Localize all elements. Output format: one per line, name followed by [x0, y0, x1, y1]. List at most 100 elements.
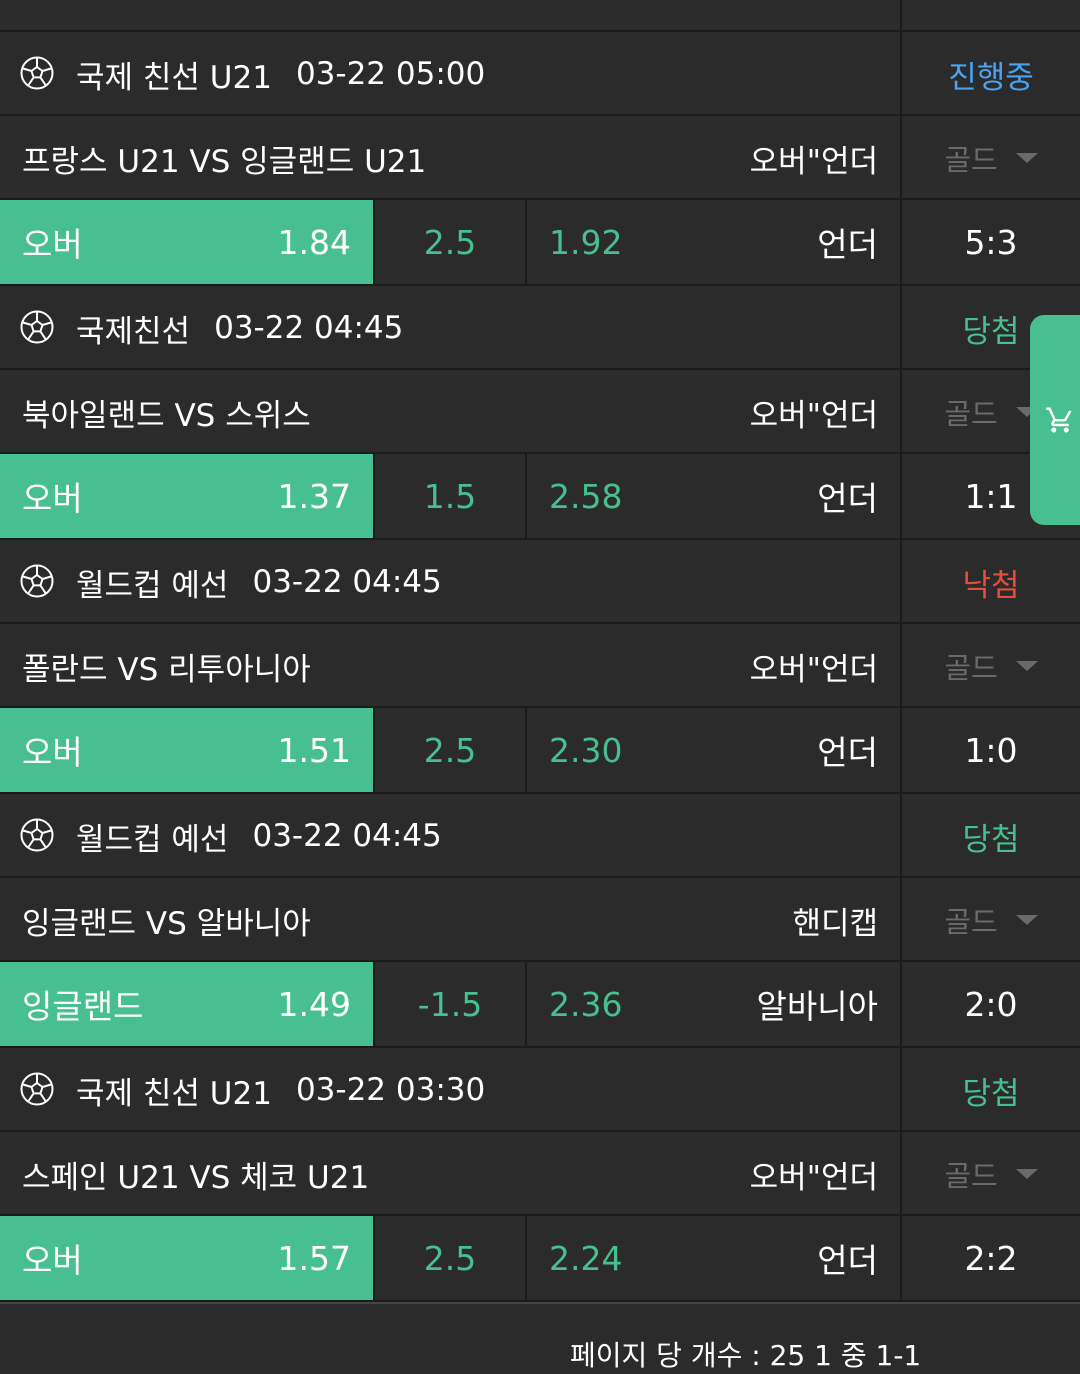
match-row: 폴란드 VS 리투아니아 오버"언더 골드: [0, 624, 1080, 708]
final-score: 1:0: [900, 708, 1080, 792]
grade-dropdown[interactable]: 골드: [900, 624, 1080, 708]
under-selection[interactable]: 1.92 언더: [525, 200, 900, 284]
final-score: 2:0: [900, 962, 1080, 1046]
odds-row: 잉글랜드 1.49 -1.5 2.36 알바니아 2:0: [0, 962, 1080, 1048]
soccer-ball-icon: [20, 564, 54, 598]
match-row: 프랑스 U21 VS 잉글랜드 U21 오버"언더 골드: [0, 116, 1080, 200]
final-score: 2:2: [900, 1216, 1080, 1300]
match-teams: 북아일랜드 VS 스위스: [22, 397, 311, 434]
over-selection[interactable]: 오버 1.84: [0, 200, 373, 284]
bet-type: 핸디캡: [792, 905, 878, 942]
over-odds: 1.84: [277, 222, 351, 262]
league-name: 월드컵 예선: [76, 567, 229, 604]
match-row: 스페인 U21 VS 체코 U21 오버"언더 골드: [0, 1132, 1080, 1216]
odds-row: 오버 1.57 2.5 2.24 언더 2:2: [0, 1216, 1080, 1302]
league-row: 국제 친선 U21 03-22 05:00 진행중: [0, 32, 1080, 116]
match-teams: 폴란드 VS 리투아니아: [22, 651, 311, 688]
over-label: 오버: [22, 225, 83, 264]
over-odds: 1.51: [277, 730, 351, 770]
grade-label: 골드: [944, 651, 998, 685]
chevron-down-icon: [1015, 153, 1038, 163]
grade-label: 골드: [944, 905, 998, 939]
match-time: 03-22 05:00: [295, 56, 486, 92]
under-odds: 2.36: [549, 984, 623, 1024]
bet-status: 당첨: [962, 1075, 1020, 1112]
handicap-line: -1.5: [373, 962, 525, 1046]
over-odds: 1.37: [277, 476, 351, 516]
bet-status: 당첨: [962, 821, 1020, 858]
under-selection[interactable]: 2.24 언더: [525, 1216, 900, 1300]
over-odds: 1.49: [277, 984, 351, 1024]
handicap-line: 2.5: [373, 708, 525, 792]
odds-row: 오버 1.84 2.5 1.92 언더 5:3: [0, 200, 1080, 286]
bet-type: 오버"언더: [749, 143, 878, 180]
over-label: 잉글랜드: [22, 987, 144, 1026]
match-row: 북아일랜드 VS 스위스 오버"언더 골드: [0, 370, 1080, 454]
soccer-ball-icon: [20, 56, 54, 90]
grade-dropdown[interactable]: 골드: [900, 1132, 1080, 1216]
match-time: 03-22 04:45: [252, 818, 442, 854]
under-selection[interactable]: 2.58 언더: [525, 454, 900, 538]
under-label: 언더: [817, 225, 878, 264]
over-label: 오버: [22, 479, 83, 518]
under-selection[interactable]: 2.30 언더: [525, 708, 900, 792]
match-teams: 프랑스 U21 VS 잉글랜드 U21: [22, 143, 427, 180]
league-name: 월드컵 예선: [76, 821, 229, 858]
bet-type: 오버"언더: [749, 397, 878, 434]
final-score: 5:3: [900, 200, 1080, 284]
match-teams: 잉글랜드 VS 알바니아: [22, 905, 311, 942]
league-name: 국제 친선 U21: [76, 1075, 272, 1112]
match-time: 03-22 04:45: [252, 564, 442, 600]
under-selection[interactable]: 2.36 알바니아: [525, 962, 900, 1046]
over-selection[interactable]: 오버 1.51: [0, 708, 373, 792]
bet-status: 진행중: [948, 59, 1034, 96]
odds-row: 오버 1.51 2.5 2.30 언더 1:0: [0, 708, 1080, 794]
grade-dropdown[interactable]: 골드: [900, 878, 1080, 962]
under-odds: 2.30: [549, 730, 623, 770]
under-odds: 2.58: [549, 476, 623, 516]
match-teams: 스페인 U21 VS 체코 U21: [22, 1159, 370, 1196]
odds-row: 오버 1.37 1.5 2.58 언더 1:1: [0, 454, 1080, 540]
handicap-line: 2.5: [373, 200, 525, 284]
under-odds: 1.92: [549, 222, 623, 262]
shopping-cart-icon: [1046, 407, 1072, 433]
over-label: 오버: [22, 733, 83, 772]
bet-type: 오버"언더: [749, 651, 878, 688]
under-label: 언더: [817, 479, 878, 518]
cart-button[interactable]: [1030, 315, 1080, 525]
over-odds: 1.57: [277, 1238, 351, 1278]
under-label: 언더: [817, 1241, 878, 1280]
over-selection[interactable]: 잉글랜드 1.49: [0, 962, 373, 1046]
over-label: 오버: [22, 1241, 83, 1280]
handicap-line: 2.5: [373, 1216, 525, 1300]
soccer-ball-icon: [20, 1072, 54, 1106]
handicap-line: 1.5: [373, 454, 525, 538]
league-row: 국제 친선 U21 03-22 03:30 당첨: [0, 1048, 1080, 1132]
pagination-info: 페이지 당 개수 : 25 1 중 1-1: [570, 1339, 922, 1372]
chevron-down-icon: [1015, 661, 1038, 671]
league-name: 국제 친선 U21: [76, 59, 272, 96]
under-odds: 2.24: [549, 1238, 623, 1278]
over-selection[interactable]: 오버 1.37: [0, 454, 373, 538]
chevron-down-icon: [1015, 1169, 1038, 1179]
bet-type: 오버"언더: [749, 1159, 878, 1196]
bet-status: 낙첨: [962, 567, 1020, 604]
league-row: 국제친선 03-22 04:45 당첨: [0, 286, 1080, 370]
league-name: 국제친선: [76, 313, 191, 350]
league-row: 월드컵 예선 03-22 04:45 낙첨: [0, 540, 1080, 624]
pagination-footer: 페이지 당 개수 : 25 1 중 1-1: [0, 1302, 1080, 1372]
under-label: 알바니아: [756, 987, 878, 1026]
grade-label: 골드: [944, 1159, 998, 1193]
under-label: 언더: [817, 733, 878, 772]
soccer-ball-icon: [20, 818, 54, 852]
league-row: 월드컵 예선 03-22 04:45 당첨: [0, 794, 1080, 878]
match-row: 잉글랜드 VS 알바니아 핸디캡 골드: [0, 878, 1080, 962]
chevron-down-icon: [1015, 915, 1038, 925]
over-selection[interactable]: 오버 1.57: [0, 1216, 373, 1300]
match-time: 03-22 04:45: [214, 310, 404, 346]
match-time: 03-22 03:30: [295, 1072, 486, 1108]
previous-block-edge: [0, 0, 1080, 32]
soccer-ball-icon: [20, 310, 54, 344]
bet-status: 당첨: [962, 313, 1020, 350]
grade-dropdown[interactable]: 골드: [900, 116, 1080, 200]
